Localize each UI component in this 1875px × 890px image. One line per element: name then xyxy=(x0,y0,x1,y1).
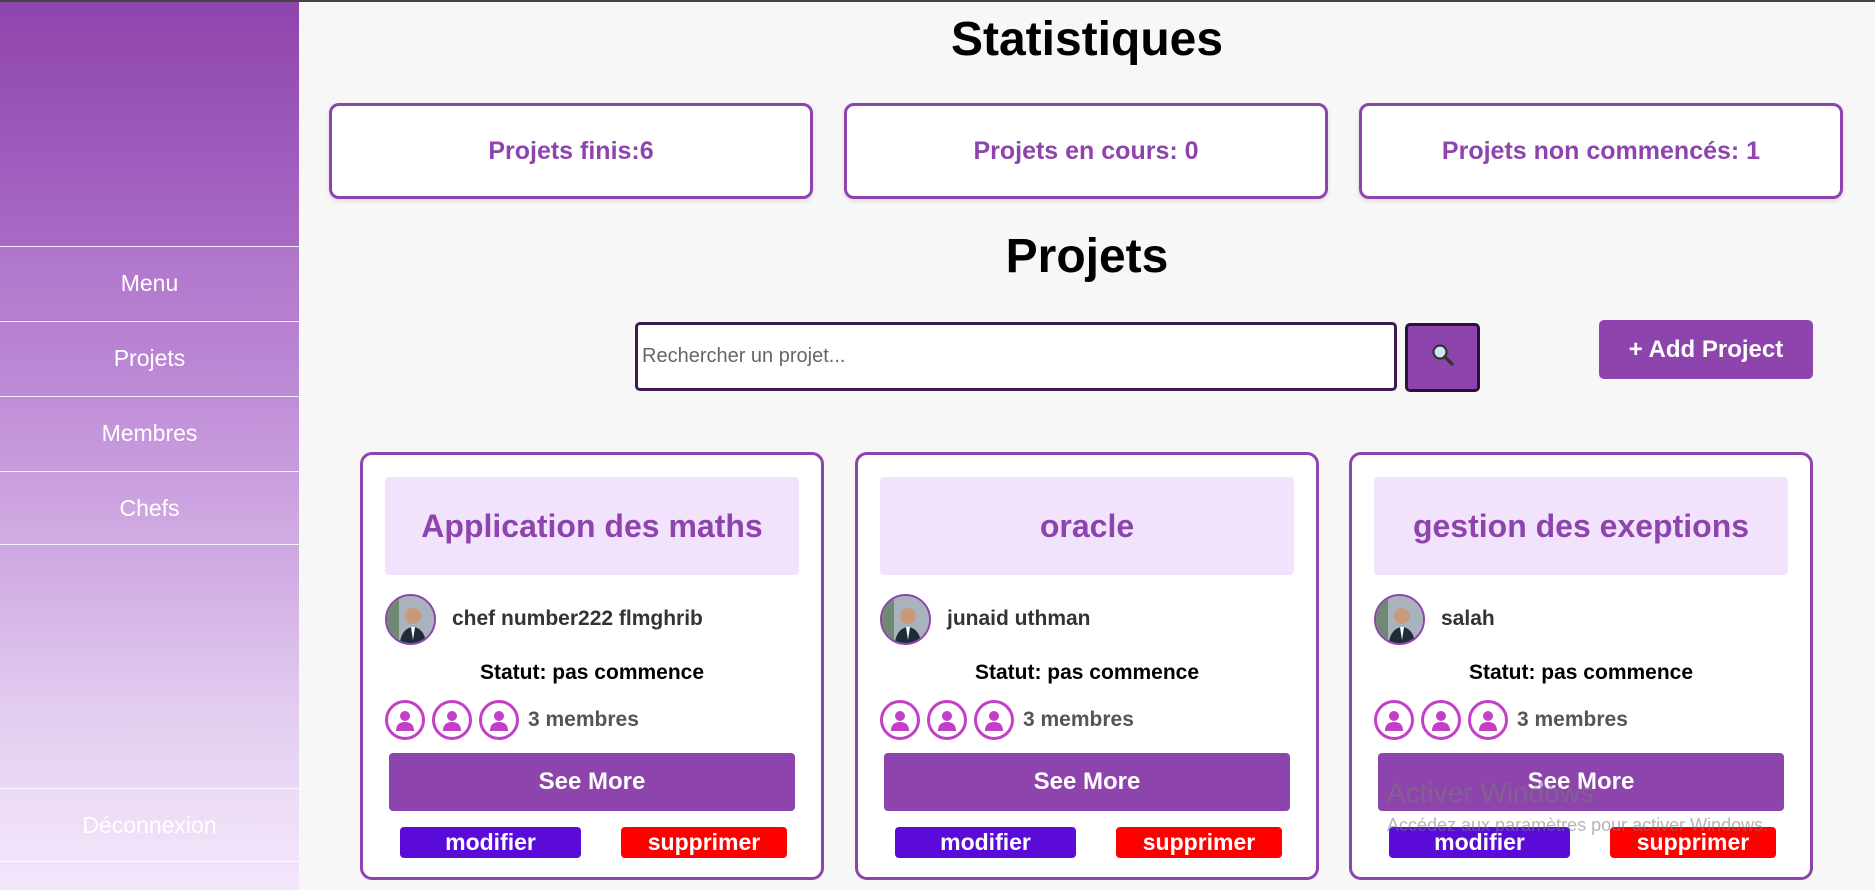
stat-in-progress-projects: Projets en cours: 0 xyxy=(844,103,1328,199)
sidebar-item-chefs[interactable]: Chefs xyxy=(0,471,299,545)
modify-button[interactable]: modifier xyxy=(1389,827,1570,858)
project-card: Application des maths chef number222 flm… xyxy=(360,452,824,880)
project-status: Statut: pas commence xyxy=(974,661,1200,684)
see-more-button[interactable]: See More xyxy=(389,753,795,811)
avatar xyxy=(1374,593,1425,645)
delete-button[interactable]: supprimer xyxy=(1116,827,1282,858)
members-count: 3 membres xyxy=(1517,708,1628,731)
chef-name: salah xyxy=(1441,607,1495,630)
stat-not-started-projects: Projets non commencés: 1 xyxy=(1359,103,1843,199)
modify-button[interactable]: modifier xyxy=(400,827,581,858)
search-input[interactable] xyxy=(635,322,1397,391)
members-row: 3 membres xyxy=(880,699,1134,741)
member-user-icon xyxy=(385,700,425,740)
member-user-icon xyxy=(1374,700,1414,740)
chef-row: salah xyxy=(1374,593,1495,645)
chef-row: junaid uthman xyxy=(880,593,1091,645)
project-card: gestion des exeptions salah Statut: pas … xyxy=(1349,452,1813,880)
chef-name: chef number222 flmghrib xyxy=(452,607,703,630)
member-user-icon xyxy=(432,700,472,740)
project-status: Statut: pas commence xyxy=(1468,661,1694,684)
avatar xyxy=(880,593,931,645)
members-count: 3 membres xyxy=(528,708,639,731)
delete-button[interactable]: supprimer xyxy=(621,827,787,858)
project-card: oracle junaid uthman Statut: pas commenc… xyxy=(855,452,1319,880)
logout-button[interactable]: Déconnexion xyxy=(0,788,299,862)
member-user-icon xyxy=(1421,700,1461,740)
sidebar: Menu Projets Membres Chefs Déconnexion xyxy=(0,2,299,890)
members-row: 3 membres xyxy=(1374,699,1628,741)
stat-finished-projects: Projets finis:6 xyxy=(329,103,813,199)
project-status: Statut: pas commence xyxy=(479,661,705,684)
stats-title: Statistiques xyxy=(950,13,1224,66)
sidebar-item-projets[interactable]: Projets xyxy=(0,321,299,395)
project-title: oracle xyxy=(880,477,1294,575)
add-project-button[interactable]: + Add Project xyxy=(1599,320,1813,379)
chef-row: chef number222 flmghrib xyxy=(385,593,703,645)
chef-name: junaid uthman xyxy=(947,607,1091,630)
project-title: Application des maths xyxy=(385,477,799,575)
search-button[interactable] xyxy=(1405,323,1480,392)
projects-title: Projets xyxy=(1005,230,1169,283)
members-count: 3 membres xyxy=(1023,708,1134,731)
see-more-button[interactable]: See More xyxy=(1378,753,1784,811)
delete-button[interactable]: supprimer xyxy=(1610,827,1776,858)
member-user-icon xyxy=(880,700,920,740)
sidebar-item-menu[interactable]: Menu xyxy=(0,246,299,320)
see-more-button[interactable]: See More xyxy=(884,753,1290,811)
members-row: 3 membres xyxy=(385,699,639,741)
member-user-icon xyxy=(974,700,1014,740)
member-user-icon xyxy=(479,700,519,740)
main-content: Statistiques Projets finis:6 Projets en … xyxy=(299,2,1875,890)
member-user-icon xyxy=(927,700,967,740)
avatar xyxy=(385,593,436,645)
sidebar-item-membres[interactable]: Membres xyxy=(0,396,299,470)
member-user-icon xyxy=(1468,700,1508,740)
modify-button[interactable]: modifier xyxy=(895,827,1076,858)
search-icon xyxy=(1430,342,1456,373)
project-title: gestion des exeptions xyxy=(1374,477,1788,575)
